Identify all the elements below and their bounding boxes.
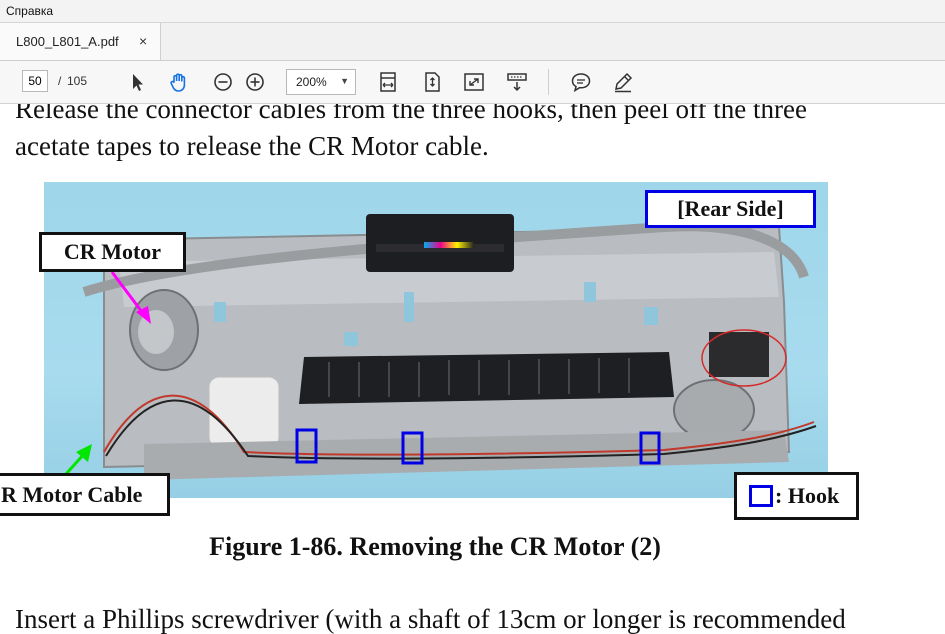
full-screen-icon[interactable]: [461, 69, 487, 95]
fit-width-icon[interactable]: [375, 69, 401, 95]
select-arrow-icon[interactable]: [124, 69, 150, 95]
paragraph-line: acetate tapes to release the CR Motor ca…: [15, 131, 489, 161]
scroll-mode-icon[interactable]: [504, 69, 530, 95]
figure-photo: [44, 182, 828, 498]
close-icon[interactable]: ×: [139, 33, 147, 49]
label-cr-motor-cable: R Motor Cable: [0, 473, 170, 516]
comment-icon[interactable]: [568, 69, 594, 95]
printer-mechanism-illustration: [64, 214, 817, 480]
chevron-down-icon: ▼: [340, 76, 349, 86]
tab-label: L800_L801_A.pdf: [16, 34, 119, 49]
toolbar: / 105 200% ▼: [0, 61, 945, 104]
highlight-pen-icon[interactable]: [610, 69, 636, 95]
tab-bar: L800_L801_A.pdf ×: [0, 23, 945, 61]
label-hook-legend: : Hook: [734, 472, 859, 520]
tab-document[interactable]: L800_L801_A.pdf ×: [0, 23, 161, 60]
menu-help[interactable]: Справка: [6, 4, 53, 18]
paragraph-line: Release the connector cables from the th…: [15, 104, 807, 124]
figure-caption: Figure 1-86. Removing the CR Motor (2): [209, 532, 661, 561]
label-rear-side: [Rear Side]: [645, 190, 816, 228]
page-separator: /: [58, 74, 62, 88]
toolbar-divider: [548, 69, 549, 95]
fit-page-icon[interactable]: [419, 69, 445, 95]
page-total: 105: [67, 74, 88, 88]
menu-bar: Справка: [0, 0, 945, 23]
zoom-select[interactable]: 200% ▼: [286, 69, 356, 95]
label-cr-motor: CR Motor: [39, 232, 186, 272]
zoom-out-icon[interactable]: [210, 69, 236, 95]
zoom-value: 200%: [296, 75, 327, 89]
zoom-in-icon[interactable]: [242, 69, 268, 95]
page-number-input[interactable]: [22, 70, 48, 92]
document-view[interactable]: Release the connector cables from the th…: [0, 104, 945, 634]
paragraph-line: Insert a Phillips screwdriver (with a sh…: [15, 604, 846, 634]
hook-legend-swatch: [749, 485, 773, 507]
hand-tool-icon[interactable]: [166, 69, 192, 95]
hook-legend-text: : Hook: [775, 483, 840, 508]
